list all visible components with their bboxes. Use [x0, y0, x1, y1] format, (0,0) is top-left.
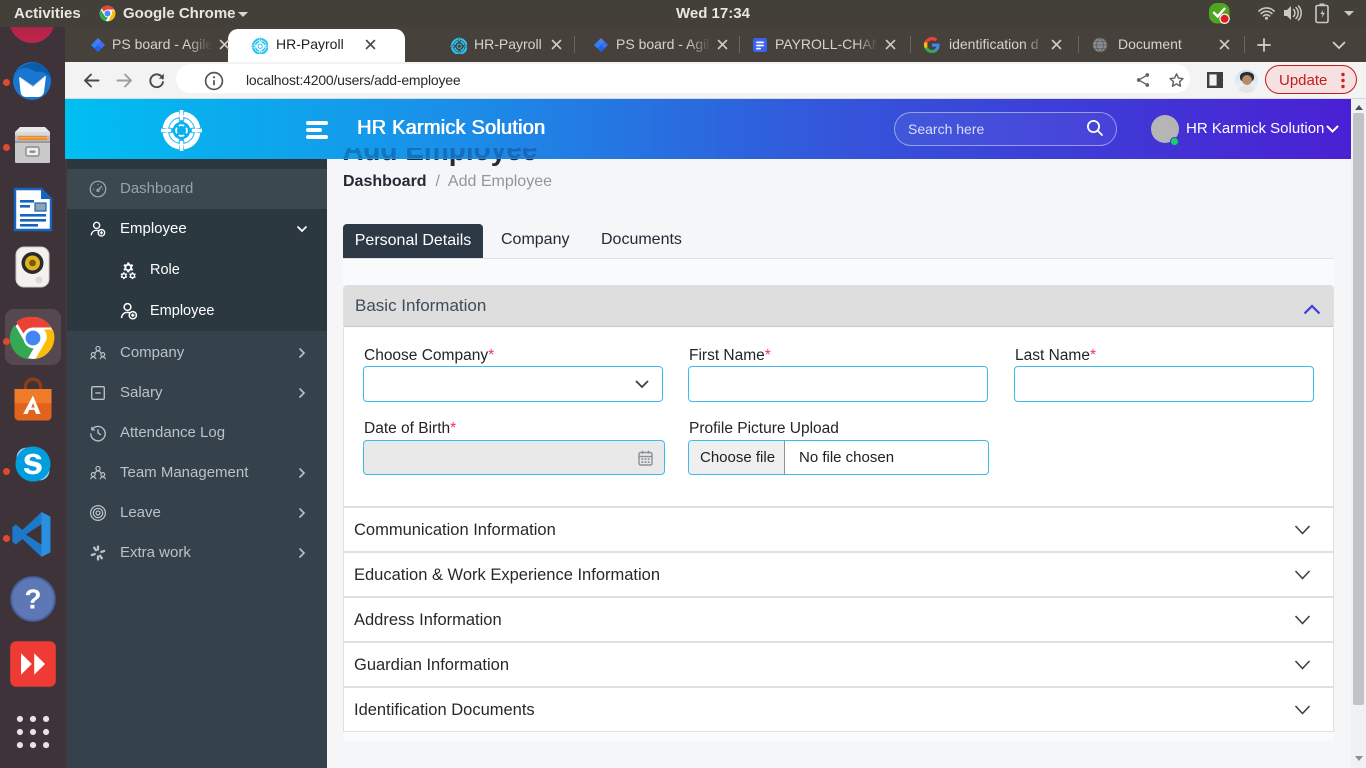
- svg-text:?: ?: [25, 584, 42, 615]
